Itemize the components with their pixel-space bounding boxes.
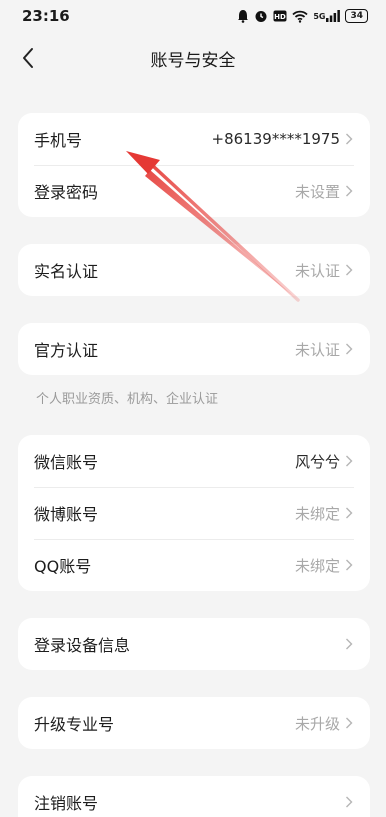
row-value: 未绑定 — [294, 556, 340, 575]
page-title: 账号与安全 — [150, 51, 236, 71]
row-label: 实名认证 — [34, 262, 99, 281]
row-value: 风兮兮 — [294, 452, 340, 471]
row-label: 微博账号 — [34, 505, 99, 524]
row-label: 手机号 — [34, 131, 83, 150]
row-label: QQ账号 — [34, 557, 92, 576]
card-deactivate: 注销账号 — [18, 776, 370, 817]
clock-icon — [254, 9, 268, 23]
signal-icon: 5G — [313, 10, 341, 22]
status-bar: 23:16 HD 5G 34 — [0, 0, 386, 32]
chevron-right-icon — [344, 558, 354, 572]
row-value: 未设置 — [294, 182, 340, 201]
row-label: 微信账号 — [34, 453, 99, 472]
wifi-icon — [292, 10, 308, 23]
chevron-right-icon — [344, 263, 354, 277]
chevron-right-icon — [344, 795, 354, 809]
alarm-icon — [237, 9, 249, 23]
chevron-right-icon — [344, 184, 354, 198]
row-wechat-account[interactable]: 微信账号 风兮兮 — [18, 435, 370, 487]
row-value: 未升级 — [294, 714, 340, 733]
row-label: 登录设备信息 — [34, 636, 131, 655]
chevron-right-icon — [344, 454, 354, 468]
row-value: +86139****1975 — [211, 130, 340, 148]
row-login-device-info[interactable]: 登录设备信息 — [18, 618, 370, 670]
row-qq-account[interactable]: QQ账号 未绑定 — [18, 539, 370, 591]
chevron-right-icon — [344, 716, 354, 730]
row-real-name-verification[interactable]: 实名认证 未认证 — [18, 244, 370, 296]
row-value: 未认证 — [294, 261, 340, 280]
chevron-right-icon — [344, 132, 354, 146]
status-time: 23:16 — [22, 7, 70, 25]
signal-text: 5G — [313, 11, 326, 21]
svg-text:HD: HD — [274, 13, 286, 21]
card-upgrade: 升级专业号 未升级 — [18, 697, 370, 749]
chevron-right-icon — [344, 342, 354, 356]
row-label: 注销账号 — [34, 794, 99, 813]
card-real-name: 实名认证 未认证 — [18, 244, 370, 296]
card-linked-accounts: 微信账号 风兮兮 微博账号 未绑定 QQ账号 未绑定 — [18, 435, 370, 591]
row-label: 升级专业号 — [34, 715, 115, 734]
chevron-right-icon — [344, 506, 354, 520]
card-account: 手机号 +86139****1975 登录密码 未设置 — [18, 113, 370, 217]
official-verification-note: 个人职业资质、机构、企业认证 — [36, 392, 219, 407]
row-login-password[interactable]: 登录密码 未设置 — [18, 165, 370, 217]
battery-indicator: 34 — [345, 9, 368, 23]
row-official-verification[interactable]: 官方认证 未认证 — [18, 323, 370, 375]
status-icons: HD 5G 34 — [237, 9, 368, 23]
row-value: 未认证 — [294, 340, 340, 359]
card-device-info: 登录设备信息 — [18, 618, 370, 670]
card-official: 官方认证 未认证 — [18, 323, 370, 375]
row-weibo-account[interactable]: 微博账号 未绑定 — [18, 487, 370, 539]
nav-bar: 账号与安全 — [0, 32, 386, 88]
row-label: 登录密码 — [34, 183, 99, 202]
row-phone-number[interactable]: 手机号 +86139****1975 — [18, 113, 370, 165]
row-value: 未绑定 — [294, 504, 340, 523]
chevron-right-icon — [344, 637, 354, 651]
hd-icon: HD — [273, 10, 287, 22]
row-deactivate-account[interactable]: 注销账号 — [18, 776, 370, 817]
row-upgrade-professional[interactable]: 升级专业号 未升级 — [18, 697, 370, 749]
row-label: 官方认证 — [34, 341, 99, 360]
